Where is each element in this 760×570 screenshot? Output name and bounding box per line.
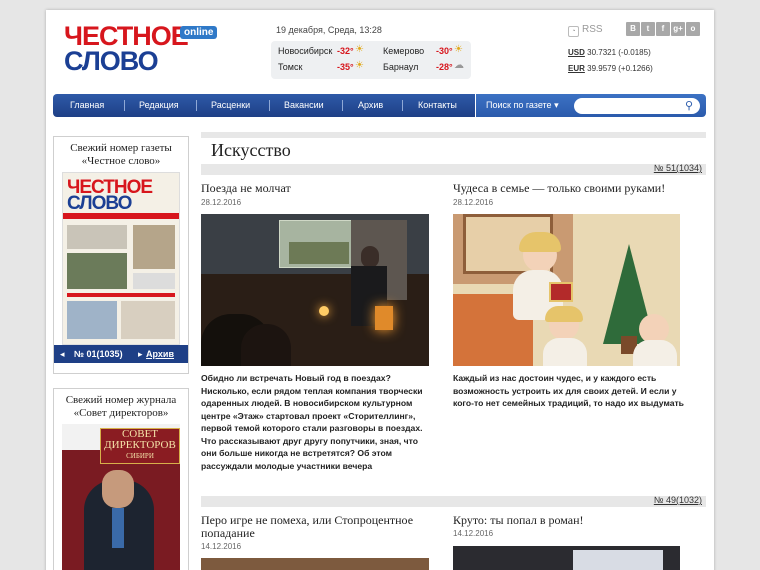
page: ЧЕСТНОЕ СЛОВО online 19 декабря, Среда, …: [46, 10, 714, 570]
google-plus-icon[interactable]: g+: [671, 22, 685, 36]
article-title[interactable]: Круто: ты попал в роман!: [453, 514, 703, 527]
search-icon[interactable]: ⚲: [682, 99, 696, 113]
article-title[interactable]: Перо игре не помеха, или Стопроцентное п…: [201, 514, 441, 540]
search-bar: Поиск по газете ▾ ⚲: [476, 94, 706, 117]
currency-value: 30.7321 (-0.0185): [587, 48, 651, 57]
sidebar-newspaper: Свежий номер газеты «Честное слово» ЧЕСТ…: [53, 136, 189, 374]
newspaper-issue-number: № 01(1035): [74, 349, 123, 359]
vk-icon[interactable]: В: [626, 22, 640, 36]
nav-item-editorial[interactable]: Редакция: [139, 94, 179, 117]
nav-item-vacancies[interactable]: Вакансии: [284, 94, 324, 117]
nav-item-prices[interactable]: Расценки: [211, 94, 250, 117]
page-title: Искусство: [211, 140, 291, 160]
archive-link[interactable]: Архив: [146, 345, 174, 363]
issue-link[interactable]: № 51(1034): [654, 163, 702, 173]
currency-code[interactable]: USD: [568, 48, 585, 57]
article-excerpt: Обидно ли встречать Новый год в поездах?…: [201, 373, 423, 471]
twitter-icon[interactable]: t: [641, 22, 655, 36]
magazine-cover[interactable]: СОВЕТ ДИРЕКТОРОВ СИБИРИ: [62, 424, 180, 570]
chevron-down-icon: ▾: [554, 100, 559, 110]
rss-icon: ◔: [568, 26, 579, 37]
article-date: 14.12.2016: [453, 529, 494, 538]
weather-city: Барнаул: [383, 62, 419, 72]
article-image[interactable]: [201, 558, 429, 570]
odnoklassniki-icon[interactable]: о: [686, 22, 700, 36]
article-title[interactable]: Чудеса в семье — только своими руками!: [453, 182, 703, 195]
weather-temp: -32°: [337, 46, 354, 56]
article-date: 28.12.2016: [453, 198, 494, 207]
online-badge: online: [180, 26, 218, 39]
nav-item-contacts[interactable]: Контакты: [418, 94, 457, 117]
sun-cloud-icon: ☀: [355, 60, 364, 71]
currency-value: 39.9579 (+0.1266): [587, 64, 653, 73]
article-excerpt: Каждый из нас достоин чудес, и у каждого…: [453, 373, 684, 408]
newspaper-title: Свежий номер газеты «Честное слово»: [70, 142, 172, 167]
current-date: 19 декабря, Среда, 13:28: [276, 25, 382, 35]
article-date: 28.12.2016: [201, 198, 242, 207]
logo-line2: СЛОВО: [64, 46, 159, 76]
article-image[interactable]: [453, 214, 680, 366]
magazine-title: Свежий номер журнала «Совет директоров»: [65, 394, 177, 419]
issue-strip: № 49(1032): [201, 495, 706, 507]
sidebar-magazine: Свежий номер журнала «Совет директоров» …: [53, 388, 189, 570]
weather-temp: -30°: [436, 46, 453, 56]
currency-eur: EUR 39.9579 (+0.1266): [568, 64, 653, 73]
weather-city: Кемерово: [383, 46, 425, 56]
newspaper-cover[interactable]: ЧЕСТНОЕ СЛОВО: [62, 172, 180, 345]
cloud-icon: ☁: [454, 60, 464, 71]
newspaper-issue-bar: ◂ № 01(1035) ▸ Архив: [54, 345, 188, 363]
site-logo[interactable]: ЧЕСТНОЕ СЛОВО online: [64, 23, 218, 76]
nav-item-archive[interactable]: Архив: [358, 94, 383, 117]
article-image[interactable]: [201, 214, 429, 366]
weather-city: Новосибирск: [278, 46, 333, 56]
rss-label: RSS: [582, 24, 603, 35]
facebook-icon[interactable]: f: [656, 22, 670, 36]
social-links: Вt f g+ о: [626, 22, 701, 36]
sun-cloud-icon: ☀: [355, 44, 364, 55]
weather-city: Томск: [278, 62, 303, 72]
currency-usd: USD 30.7321 (-0.0185): [568, 48, 651, 57]
article-image[interactable]: [453, 546, 680, 570]
issue-link[interactable]: № 49(1032): [654, 495, 702, 505]
main-nav: Главная Редакция Расценки Вакансии Архив…: [53, 94, 475, 117]
magazine-cover-title: СОВЕТ ДИРЕКТОРОВ СИБИРИ: [104, 428, 176, 461]
weather-widget: Новосибирск -32° ☀ Кемерово -30° ☀ Томск…: [271, 41, 471, 79]
article-title[interactable]: Поезда не молчат: [201, 182, 429, 195]
weather-temp: -28°: [436, 62, 453, 72]
weather-temp: -35°: [337, 62, 354, 72]
sun-cloud-icon: ☀: [454, 44, 463, 55]
nav-item-home[interactable]: Главная: [70, 94, 104, 117]
chevron-left-icon[interactable]: ◂: [60, 345, 65, 363]
search-scope-dropdown[interactable]: Поиск по газете ▾: [486, 94, 559, 117]
search-scope-label: Поиск по газете: [486, 100, 552, 110]
chevron-right-icon[interactable]: ▸: [138, 345, 143, 363]
cover-title-line2: СЛОВО: [67, 193, 132, 214]
currency-code[interactable]: EUR: [568, 64, 585, 73]
rss-link[interactable]: ◔ RSS: [568, 24, 603, 37]
article-date: 14.12.2016: [201, 542, 242, 551]
issue-strip: № 51(1034): [201, 163, 706, 175]
